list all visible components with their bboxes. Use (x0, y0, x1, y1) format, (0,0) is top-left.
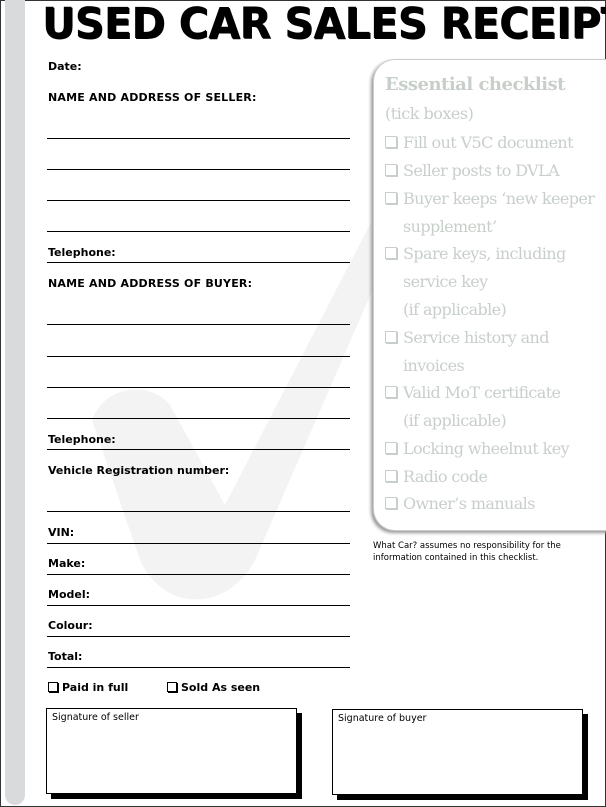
checklist-item[interactable]: Fill out V5C document (385, 129, 574, 157)
checkbox-icon (385, 163, 397, 176)
buyer-address-line-1[interactable] (47, 324, 350, 325)
checklist-item-text: supplement’ (403, 216, 497, 236)
page-title: USED CAR SALES RECEIPT (42, 0, 606, 49)
date-label: Date: (48, 60, 82, 73)
buyer-telephone-line[interactable] (47, 449, 350, 450)
checklist-item[interactable]: Owner’s manuals (385, 490, 535, 518)
total-label: Total: (48, 650, 83, 663)
checklist-item[interactable]: Radio code (385, 463, 488, 491)
seller-telephone-line[interactable] (47, 262, 350, 263)
checklist-item[interactable]: Buyer keeps ‘new keeper supplement’ (385, 185, 595, 241)
checkbox-icon (385, 136, 397, 148)
checkbox-icon (167, 682, 177, 692)
checklist-item-text: Seller posts to DVLA (403, 160, 560, 180)
seller-telephone-label: Telephone: (48, 246, 116, 259)
vehicle-registration-label: Vehicle Registration number: (48, 464, 230, 477)
checklist-item-text: Service history and (403, 327, 550, 347)
checklist-item-text: invoices (403, 355, 465, 375)
buyer-telephone-label: Telephone: (48, 433, 116, 446)
checkbox-icon (48, 682, 58, 692)
seller-address-line-4[interactable] (47, 231, 350, 232)
buyer-address-line-4[interactable] (47, 418, 350, 419)
checklist-item-text: Owner’s manuals (403, 494, 535, 514)
checklist-item[interactable]: Spare keys, including service key (if appl… (385, 240, 566, 324)
checklist-item[interactable]: Valid MoT certificate (if applicable) (385, 379, 561, 435)
make-label: Make: (48, 557, 86, 570)
colour-label: Colour: (48, 619, 93, 632)
checklist-item-text: Radio code (403, 466, 488, 486)
checkbox-icon (385, 330, 397, 343)
buyer-signature-box[interactable]: Signature of buyer (332, 709, 583, 795)
seller-signature-label: Signature of seller (52, 712, 139, 723)
checklist-item-text: (if applicable) (403, 411, 507, 431)
paid-in-full-label: Paid in full (62, 681, 129, 694)
paid-in-full-checkbox[interactable]: Paid in full (48, 681, 128, 694)
checklist-item-text: Fill out V5C document (403, 133, 574, 152)
checkbox-icon (385, 497, 397, 510)
disclaimer-line-1: What Car? assumes no responsibility for … (373, 541, 561, 551)
checklist-item[interactable]: Seller posts to DVLA (385, 157, 560, 185)
checklist-item-text: Valid MoT certificate (403, 383, 561, 403)
checklist-disclaimer: What Car? assumes no responsibility for … (373, 541, 603, 564)
buyer-heading: NAME AND ADDRESS OF BUYER: (48, 277, 253, 290)
checklist-item-text: Locking wheelnut key (403, 438, 570, 458)
disclaimer-line-2: information contained in this checklist. (373, 552, 539, 563)
checklist-title: Essential checklist (385, 74, 566, 95)
seller-signature-box[interactable]: Signature of seller (46, 708, 297, 794)
checklist-item-text: Spare keys, including (403, 244, 566, 264)
vin-line[interactable] (47, 543, 350, 544)
vin-label: VIN: (48, 526, 75, 539)
model-line[interactable] (47, 605, 350, 606)
colour-line[interactable] (47, 636, 350, 637)
seller-address-line-1[interactable] (47, 138, 350, 139)
checkbox-icon (385, 469, 397, 482)
checklist-item-text: service key (403, 272, 488, 292)
make-line[interactable] (47, 574, 350, 575)
checklist-item-text: (if applicable) (403, 300, 507, 320)
seller-address-line-3[interactable] (47, 200, 350, 201)
buyer-address-line-2[interactable] (47, 356, 350, 357)
sold-as-seen-label: Sold As seen (181, 681, 261, 694)
checklist-item[interactable]: Service history and invoices (385, 324, 550, 380)
buyer-signature-label: Signature of buyer (338, 713, 427, 724)
checkbox-icon (385, 441, 397, 454)
left-side-bar (5, 0, 25, 805)
model-label: Model: (48, 588, 91, 601)
checklist-subtitle: (tick boxes) (385, 104, 474, 123)
buyer-address-line-3[interactable] (47, 387, 350, 388)
checklist-item-text: Buyer keeps ‘new keeper (403, 188, 595, 208)
seller-address-line-2[interactable] (47, 169, 350, 170)
sold-as-seen-checkbox[interactable]: Sold As seen (167, 681, 260, 694)
total-line[interactable] (47, 667, 350, 668)
checkbox-icon (385, 247, 397, 260)
vehicle-registration-line[interactable] (47, 511, 350, 512)
seller-heading: NAME AND ADDRESS OF SELLER: (48, 91, 257, 104)
checklist-item[interactable]: Locking wheelnut key (385, 435, 570, 463)
checkbox-icon (385, 191, 397, 204)
checkbox-icon (385, 386, 397, 399)
